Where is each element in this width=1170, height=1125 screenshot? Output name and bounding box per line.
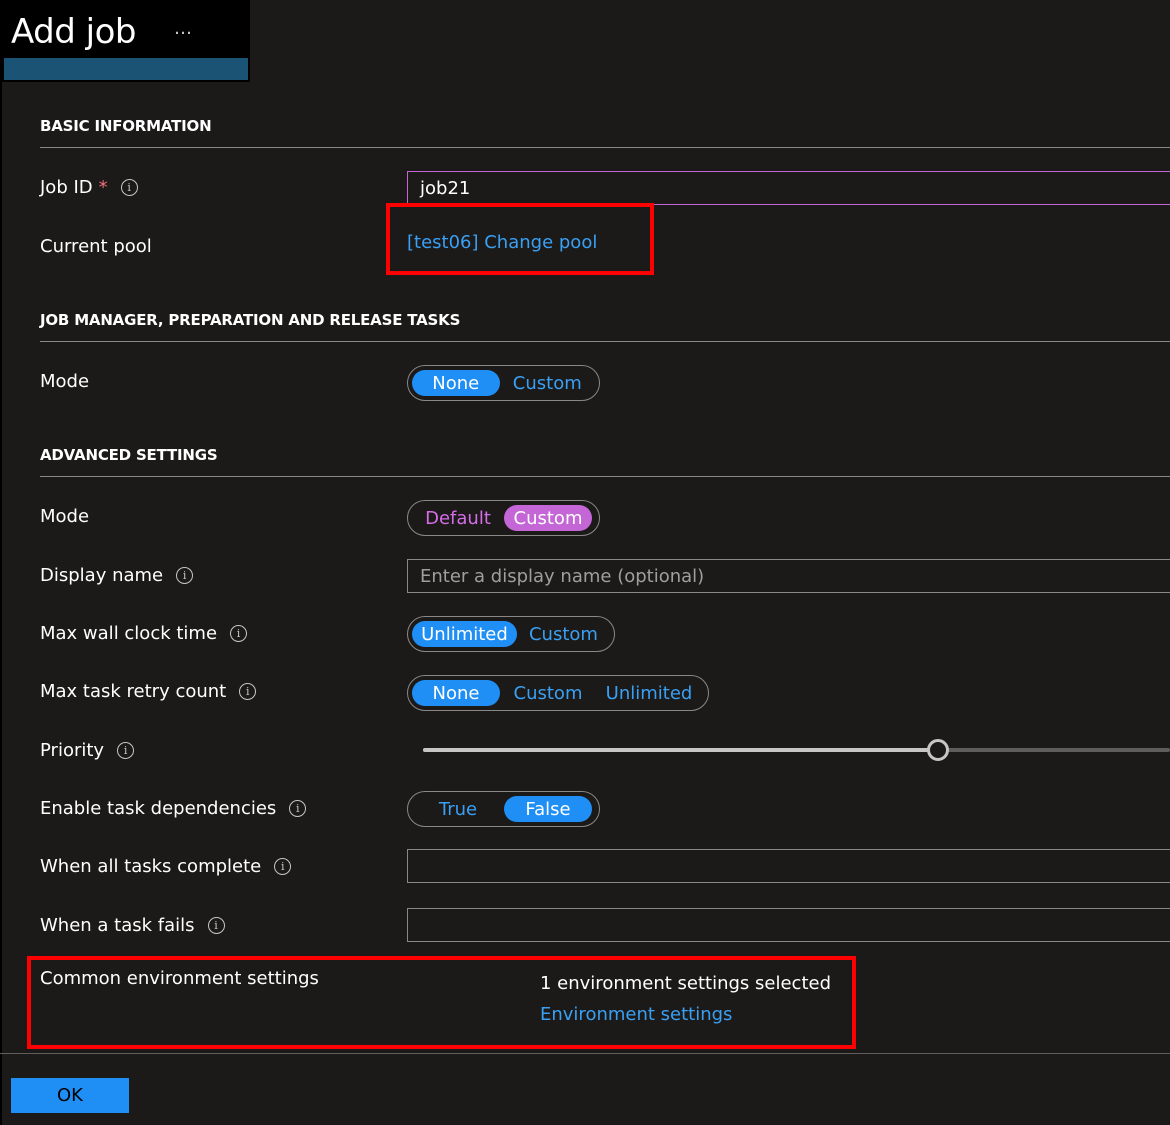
page-title: Add job	[11, 12, 136, 52]
ok-button[interactable]: OK	[11, 1078, 129, 1113]
max-wall-option-unlimited[interactable]: Unlimited	[412, 621, 517, 647]
task-fails-label-text: When a task fails	[40, 915, 195, 936]
info-icon[interactable]: i	[176, 567, 194, 584]
max-task-retry-toggle[interactable]: None Custom Unlimited	[407, 675, 709, 711]
display-name-input[interactable]: Enter a display name (optional)	[407, 559, 1170, 593]
priority-slider-thumb[interactable]	[927, 739, 950, 761]
section-job-manager-tasks: JOB MANAGER, PREPARATION AND RELEASE TAS…	[40, 311, 461, 329]
info-icon[interactable]: i	[207, 917, 225, 934]
section-basic-information: BASIC INFORMATION	[40, 117, 212, 135]
info-icon[interactable]: i	[289, 800, 307, 817]
title-accent-bar	[4, 58, 248, 80]
deps-option-false[interactable]: False	[504, 796, 592, 822]
max-wall-option-custom[interactable]: Custom	[517, 621, 610, 647]
info-icon[interactable]: i	[120, 179, 138, 196]
job-id-value: job21	[420, 177, 471, 199]
task-dependencies-toggle[interactable]: True False	[407, 791, 600, 827]
info-icon[interactable]: i	[230, 625, 248, 642]
priority-slider-fill	[423, 748, 939, 752]
max-task-retry-label: Max task retry count i	[40, 681, 257, 702]
highlight-box-pool	[386, 203, 654, 275]
footer-divider	[0, 1053, 1170, 1054]
max-retry-option-unlimited[interactable]: Unlimited	[596, 680, 702, 706]
priority-slider-track[interactable]	[423, 748, 1170, 752]
task-dependencies-label: Enable task dependencies i	[40, 798, 307, 819]
advanced-mode-toggle[interactable]: Default Custom	[407, 500, 600, 536]
info-icon[interactable]: i	[117, 742, 135, 759]
priority-label-text: Priority	[40, 740, 105, 761]
max-wall-clock-label-text: Max wall clock time	[40, 623, 218, 644]
panel-edge	[0, 82, 2, 1125]
tasks-mode-label: Mode	[40, 371, 90, 392]
display-name-placeholder: Enter a display name (optional)	[420, 565, 705, 587]
max-retry-option-custom[interactable]: Custom	[500, 680, 596, 706]
display-name-label-text: Display name	[40, 565, 164, 586]
section-divider	[40, 147, 1170, 148]
priority-label: Priority i	[40, 740, 135, 761]
section-advanced-settings: ADVANCED SETTINGS	[40, 446, 218, 464]
advanced-mode-option-custom[interactable]: Custom	[504, 505, 592, 531]
advanced-mode-label: Mode	[40, 506, 90, 527]
tasks-mode-option-none[interactable]: None	[412, 370, 500, 396]
required-marker: *	[98, 177, 108, 198]
task-dependencies-label-text: Enable task dependencies	[40, 798, 277, 819]
max-wall-clock-toggle[interactable]: Unlimited Custom	[407, 616, 615, 652]
job-id-input[interactable]: job21	[407, 171, 1170, 205]
max-retry-option-none[interactable]: None	[412, 680, 500, 706]
all-tasks-complete-label: When all tasks complete i	[40, 856, 292, 877]
max-wall-clock-label: Max wall clock time i	[40, 623, 248, 644]
all-tasks-complete-label-text: When all tasks complete	[40, 856, 262, 877]
section-divider	[40, 341, 1170, 342]
all-tasks-complete-dropdown[interactable]	[407, 849, 1170, 883]
job-id-label: Job ID * i	[40, 177, 138, 198]
task-fails-dropdown[interactable]	[407, 908, 1170, 942]
display-name-label: Display name i	[40, 565, 194, 586]
tasks-mode-toggle[interactable]: None Custom	[407, 365, 600, 401]
job-id-label-text: Job ID	[40, 177, 93, 198]
info-icon[interactable]: i	[239, 683, 257, 700]
advanced-mode-option-default[interactable]: Default	[412, 505, 504, 531]
deps-option-true[interactable]: True	[412, 796, 504, 822]
highlight-box-env	[27, 956, 856, 1049]
task-fails-label: When a task fails i	[40, 915, 225, 936]
more-options-icon[interactable]: …	[174, 18, 192, 39]
info-icon[interactable]: i	[274, 858, 292, 875]
section-divider	[40, 476, 1170, 477]
current-pool-label: Current pool	[40, 236, 152, 257]
tasks-mode-option-custom[interactable]: Custom	[500, 370, 595, 396]
max-task-retry-label-text: Max task retry count	[40, 681, 227, 702]
